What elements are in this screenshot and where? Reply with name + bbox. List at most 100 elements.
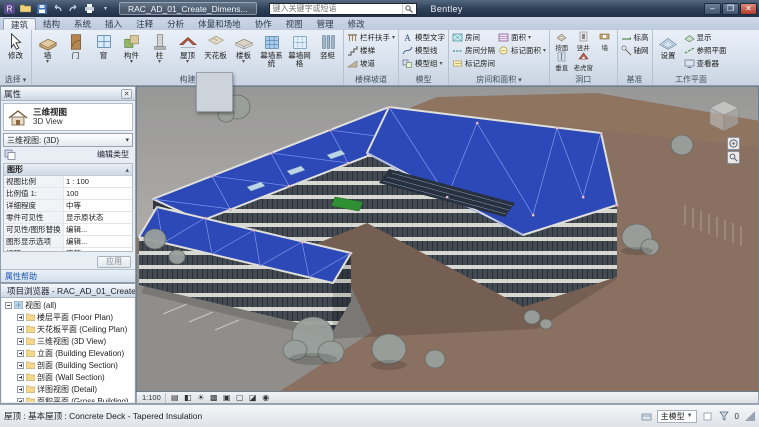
editable-only-checkbox[interactable] <box>701 410 714 423</box>
property-value[interactable]: 1 : 100 <box>64 176 132 187</box>
ribbon-tab[interactable]: 协作 <box>248 18 279 30</box>
curtain-system-button[interactable]: 幕墙系统 <box>258 31 285 68</box>
ribbon-flyout[interactable] <box>196 72 233 112</box>
model-group-button[interactable]: 模型组▾ <box>401 57 446 70</box>
show-crop-icon[interactable]: ▢ <box>234 393 246 403</box>
model-line-button[interactable]: 模型线 <box>401 44 446 57</box>
undo-button[interactable] <box>50 2 65 16</box>
filter-icon[interactable] <box>718 410 731 423</box>
ribbon-tab[interactable]: 结构 <box>36 18 67 30</box>
expand-box-icon[interactable] <box>17 326 24 333</box>
save-button[interactable] <box>34 2 49 16</box>
collapse-box-icon[interactable] <box>5 302 12 309</box>
show-workplane-button[interactable]: 显示 <box>683 31 728 44</box>
window-button[interactable]: 窗 <box>90 31 117 60</box>
collapse-icon[interactable]: ▴ <box>125 166 129 174</box>
component-button[interactable]: 构件▾ <box>118 31 145 64</box>
property-value[interactable]: 100 <box>64 188 132 199</box>
expand-box-icon[interactable] <box>17 386 24 393</box>
ribbon-tab[interactable]: 修改 <box>341 18 372 30</box>
tree-item[interactable]: 面积平面 (Gross Building) <box>2 395 134 402</box>
ribbon-tab[interactable]: 插入 <box>98 18 129 30</box>
tree-item[interactable]: 三维视图 (3D View) <box>2 335 134 347</box>
tag-room-button[interactable]: 标记房间 <box>451 57 496 70</box>
tree-item[interactable]: 立面 (Building Elevation) <box>2 347 134 359</box>
expand-box-icon[interactable] <box>17 374 24 381</box>
tree-item[interactable]: 详图视图 (Detail) <box>2 383 134 395</box>
property-value[interactable]: 中等 <box>64 200 132 211</box>
search-input[interactable] <box>270 4 402 14</box>
roof-button[interactable]: 屋顶▾ <box>174 31 201 64</box>
visual-style-icon[interactable]: ◧ <box>182 393 194 403</box>
expand-box-icon[interactable] <box>17 314 24 321</box>
element-properties-icon[interactable] <box>4 149 16 160</box>
expand-box-icon[interactable] <box>17 350 24 357</box>
railing-button[interactable]: 栏杆扶手▾ <box>346 31 396 44</box>
opening-wall-button[interactable]: 墙 <box>595 31 615 51</box>
property-value[interactable]: 编辑... <box>64 236 132 247</box>
expand-box-icon[interactable] <box>17 338 24 345</box>
print-button[interactable] <box>82 2 97 16</box>
minimize-button[interactable]: – <box>704 3 721 15</box>
modify-button[interactable]: 修改 <box>2 31 29 60</box>
opening-shaft-button[interactable]: 竖井 <box>574 31 594 51</box>
viewcube[interactable] <box>704 95 744 135</box>
crop-view-icon[interactable]: ▣ <box>221 393 233 403</box>
ref-plane-button[interactable]: 参照平面 <box>683 44 728 57</box>
model-text-button[interactable]: A 模型文字 <box>401 31 446 44</box>
ribbon-tab[interactable]: 建筑 <box>3 18 36 30</box>
sun-path-icon[interactable]: ☀ <box>195 393 207 403</box>
property-value[interactable]: 建筑 <box>64 248 132 252</box>
app-menu-button[interactable]: R <box>2 2 17 16</box>
reveal-hidden-icon[interactable]: ◉ <box>260 393 272 403</box>
ribbon-tab[interactable]: 分析 <box>160 18 191 30</box>
shadows-icon[interactable]: ▩ <box>208 393 220 403</box>
grid-button[interactable]: 轴网 <box>620 44 650 57</box>
type-selector[interactable]: 三维视图: (3D) ▾ <box>3 133 133 147</box>
level-button[interactable]: 标高 <box>620 31 650 44</box>
steering-wheel-icon[interactable] <box>727 137 740 150</box>
worksets-icon[interactable] <box>640 410 653 423</box>
ramp-button[interactable]: 坡道 <box>346 57 396 70</box>
edit-type-button[interactable]: 编辑类型 <box>94 148 132 161</box>
tree-root-views[interactable]: 视图 (all) <box>2 299 134 311</box>
opening-vertical-button[interactable]: 垂直 <box>552 51 572 71</box>
temporary-hide-icon[interactable]: ◪ <box>247 393 259 403</box>
wall-button[interactable]: 墙▾ <box>34 31 61 64</box>
ceiling-button[interactable]: 天花板 <box>202 31 229 60</box>
floor-button[interactable]: 楼板▾ <box>230 31 257 64</box>
zoom-icon[interactable] <box>727 151 740 164</box>
tree-item[interactable]: 楼层平面 (Floor Plan) <box>2 311 134 323</box>
area-button[interactable]: 面积▾ <box>497 31 547 44</box>
stair-button[interactable]: 楼梯 <box>346 44 396 57</box>
properties-help-link[interactable]: 属性帮助 <box>1 269 135 282</box>
opening-dormer-button[interactable]: 老虎窗 <box>574 51 594 71</box>
ribbon-tab[interactable]: 管理 <box>310 18 341 30</box>
panel-label-select[interactable]: 选择 <box>0 74 31 85</box>
tree-item[interactable]: 剖面 (Wall Section) <box>2 371 134 383</box>
qat-customize-button[interactable]: ▾ <box>98 2 113 16</box>
tag-area-button[interactable]: 标记面积▾ <box>497 44 547 57</box>
room-button[interactable]: 房间 <box>451 31 496 44</box>
ribbon-tab[interactable]: 注释 <box>129 18 160 30</box>
room-separator-button[interactable]: 房间分隔 <box>451 44 496 57</box>
expand-box-icon[interactable] <box>17 398 24 403</box>
resize-grip-icon[interactable] <box>745 411 755 421</box>
tree-item[interactable]: 天花板平面 (Ceiling Plan) <box>2 323 134 335</box>
apply-button[interactable]: 应用 <box>97 256 131 268</box>
scale-button[interactable]: 1:100 <box>140 393 166 403</box>
curtain-grid-button[interactable]: 幕墙网格 <box>286 31 313 68</box>
property-value[interactable]: 显示原状态 <box>64 212 132 223</box>
open-button[interactable] <box>18 2 33 16</box>
infocenter-search[interactable] <box>269 3 417 15</box>
opening-by-face-button[interactable]: 按面 <box>552 31 572 51</box>
search-binoculars-icon[interactable] <box>402 4 416 14</box>
ribbon-tab[interactable]: 系统 <box>67 18 98 30</box>
maximize-button[interactable]: ❐ <box>722 3 739 15</box>
column-button[interactable]: 柱▾ <box>146 31 173 64</box>
expand-box-icon[interactable] <box>17 362 24 369</box>
panel-label-room-area[interactable]: 房间和面积 <box>449 74 549 85</box>
tree-item[interactable]: 剖面 (Building Section) <box>2 359 134 371</box>
design-options-dropdown[interactable]: 主模型 ▼ <box>657 410 697 423</box>
property-value[interactable]: 编辑... <box>64 224 132 235</box>
